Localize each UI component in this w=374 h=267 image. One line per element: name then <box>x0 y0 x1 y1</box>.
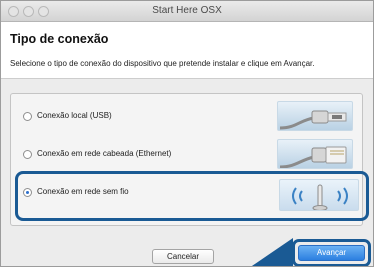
page-header: Tipo de conexão Selecione o tipo de cone… <box>1 22 373 79</box>
ethernet-cable-icon <box>277 139 353 169</box>
ethernet-radio[interactable] <box>23 150 32 159</box>
page-title: Tipo de conexão <box>10 32 109 46</box>
usb-cable-icon <box>277 101 353 131</box>
ethernet-option-label: Conexão em rede cabeada (Ethernet) <box>37 149 172 158</box>
usb-radio[interactable] <box>23 112 32 121</box>
installer-window: Start Here OSX Tipo de conexão Selecione… <box>0 0 374 267</box>
usb-option-label: Conexão local (USB) <box>37 111 112 120</box>
title-bar: Start Here OSX <box>1 1 373 22</box>
instruction-text: Selecione o tipo de conexão do dispositi… <box>10 59 315 68</box>
option-usb[interactable]: Conexão local (USB) <box>23 107 263 127</box>
pointer-arrow-icon <box>251 238 293 266</box>
option-ethernet[interactable]: Conexão em rede cabeada (Ethernet) <box>23 145 263 165</box>
window-title: Start Here OSX <box>152 5 222 16</box>
selected-option-highlight <box>15 171 369 221</box>
cancel-button[interactable]: Cancelar <box>152 249 214 264</box>
next-button[interactable]: Avançar <box>298 245 365 261</box>
